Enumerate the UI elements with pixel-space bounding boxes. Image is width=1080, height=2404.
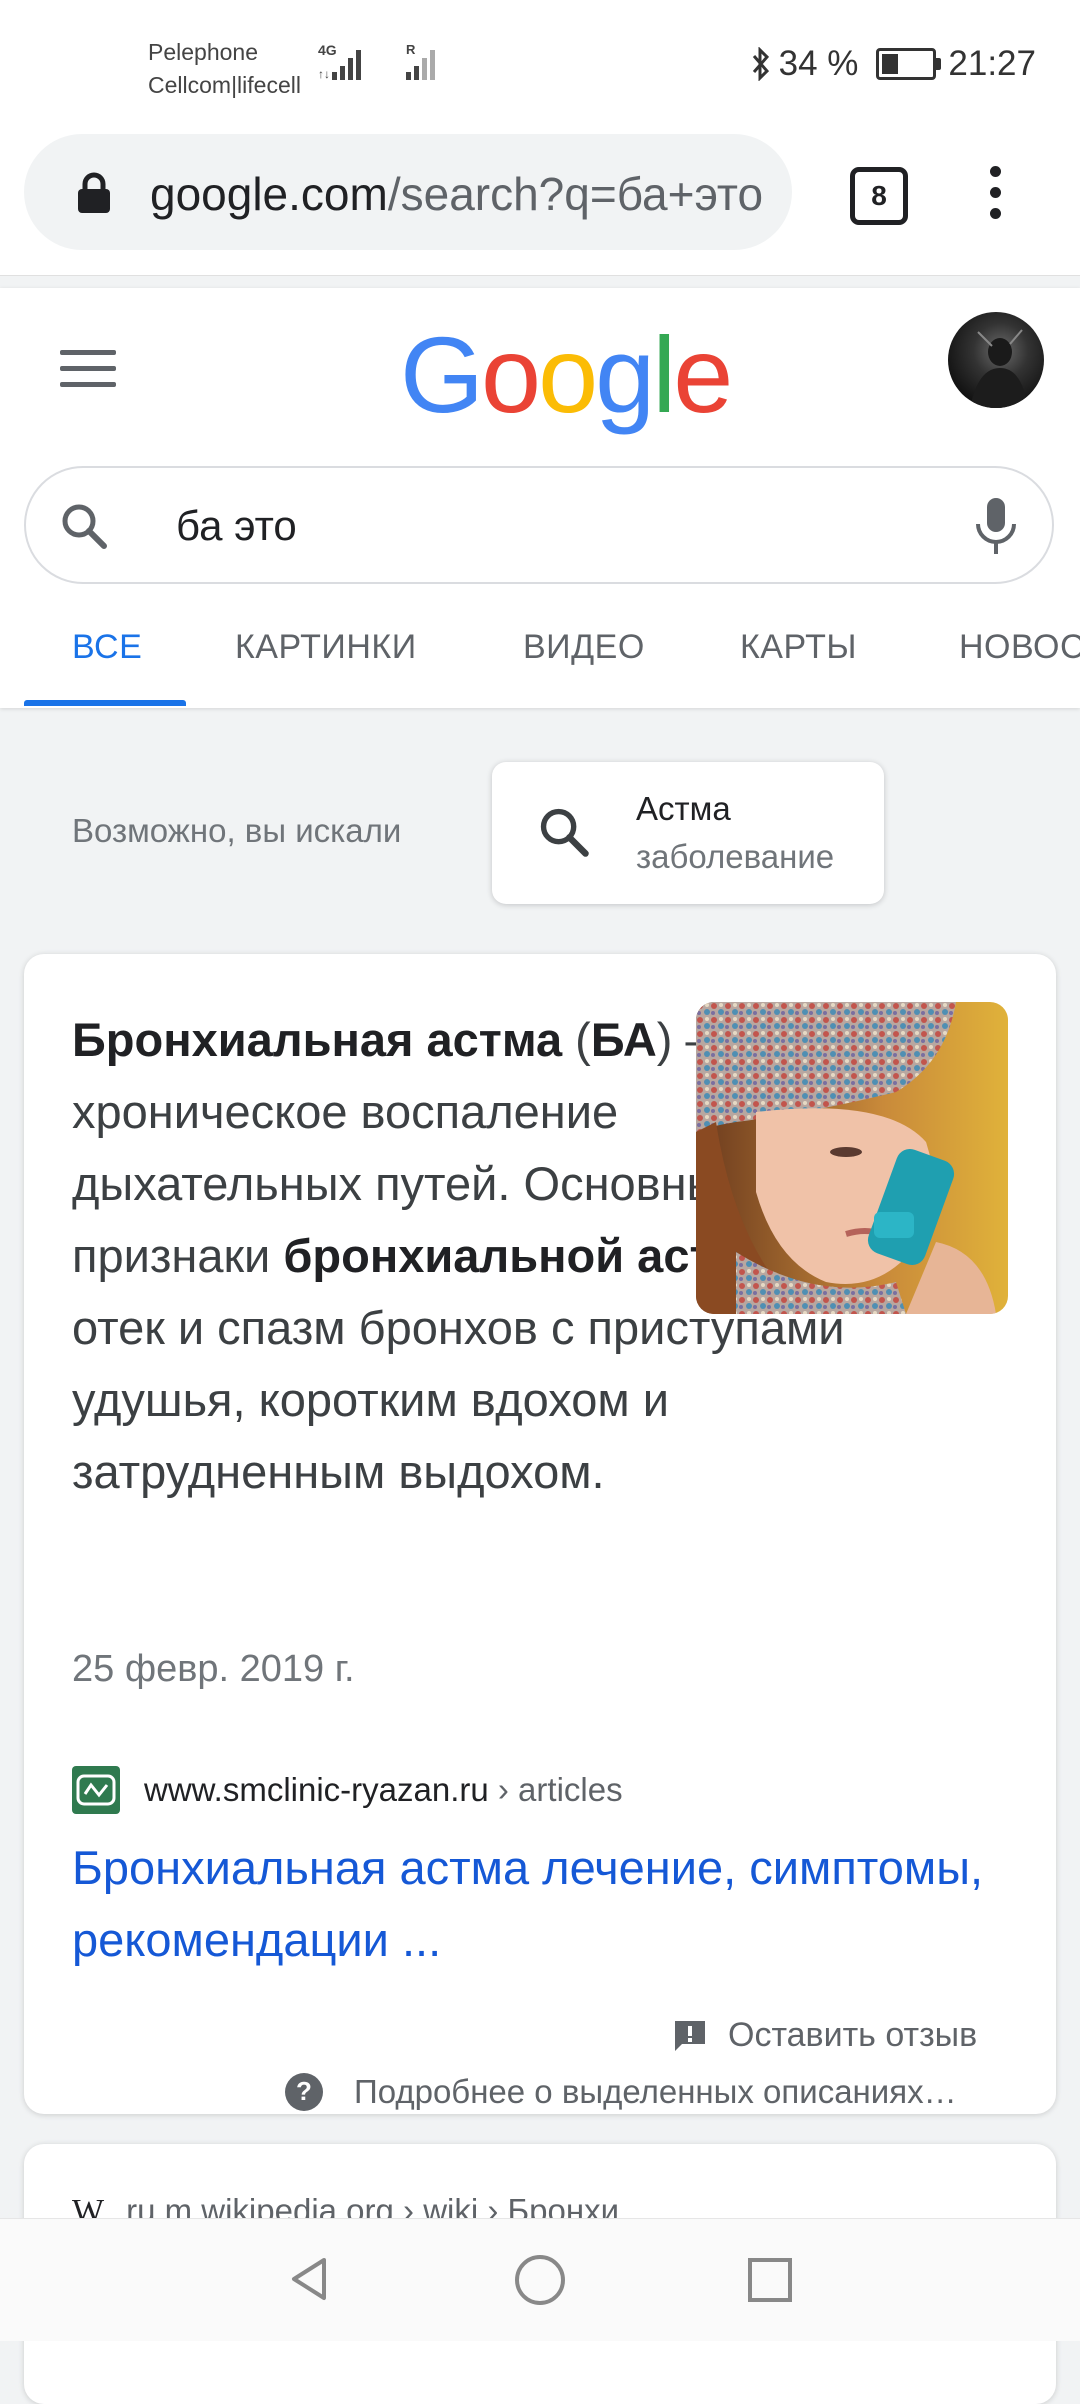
snippet-bold: БА: [590, 1013, 657, 1066]
carrier-names: Pelephone Cellcom|lifecell: [148, 36, 301, 102]
feedback-link[interactable]: Оставить отзыв: [672, 2016, 977, 2055]
avatar[interactable]: [948, 312, 1044, 408]
svg-text:?: ?: [296, 2076, 312, 2106]
nav-recents-icon[interactable]: [746, 2256, 794, 2304]
lock-icon[interactable]: [76, 172, 112, 214]
result-domain: www.smclinic-ryazan.ru: [144, 1771, 489, 1808]
carrier-1: Pelephone: [148, 39, 258, 65]
nav-home-icon[interactable]: [514, 2254, 566, 2306]
battery-fill: [882, 54, 899, 74]
search-icon[interactable]: [58, 500, 110, 552]
logo-letter: l: [652, 314, 676, 435]
tab-switcher-button[interactable]: 8: [850, 167, 908, 225]
svg-text:↑↓: ↑↓: [318, 67, 330, 81]
logo-letter: o: [481, 314, 541, 435]
help-icon: ?: [285, 2073, 323, 2111]
menu-icon[interactable]: [60, 350, 116, 398]
logo-letter: o: [538, 314, 598, 435]
did-you-mean-label: Возможно, вы искали: [72, 812, 402, 849]
url-text[interactable]: google.com/search?q=ба+это: [150, 160, 765, 228]
result-url[interactable]: www.smclinic-ryazan.ru › articles: [144, 1766, 623, 1814]
search-input[interactable]: ба это: [176, 496, 297, 556]
snippet-part: (: [562, 1013, 591, 1066]
site-favicon-icon: [72, 1766, 120, 1814]
logo-letter: e: [673, 314, 733, 435]
learn-more-label: Подробнее о выделенных описаниях…: [354, 2073, 957, 2110]
more-vert-icon[interactable]: [990, 166, 1002, 229]
url-path: /search?q=ба+это: [387, 168, 764, 220]
learn-more-link[interactable]: ? Подробнее о выделенных описаниях…: [284, 2072, 957, 2112]
bluetooth-icon: [752, 47, 769, 81]
url-domain: google.com: [150, 168, 388, 220]
battery-icon: [876, 48, 942, 80]
result-path: › articles: [488, 1771, 623, 1808]
clock: 21:27: [948, 44, 1036, 83]
suggestion-title: Астма: [636, 790, 731, 827]
battery-percent: 34 %: [778, 44, 859, 83]
active-tab-indicator: [24, 700, 186, 706]
snippet-image[interactable]: [696, 1002, 1008, 1314]
status-right: 34 % 21:27: [749, 44, 1036, 84]
search-icon: [540, 808, 589, 857]
logo-letter: G: [400, 314, 484, 435]
tab-maps[interactable]: КАРТЫ: [740, 628, 857, 667]
mic-icon[interactable]: [972, 496, 1020, 556]
search-tabs: ВСЕ КАРТИНКИ ВИДЕО КАРТЫ НОВОСТИ: [24, 620, 1080, 708]
snippet-date: 25 февр. 2019 г.: [72, 1648, 355, 1690]
feedback-label: Оставить отзыв: [728, 2016, 978, 2054]
google-logo[interactable]: Google: [400, 310, 733, 440]
suggestion-subtitle: заболевание: [636, 838, 835, 875]
tab-videos[interactable]: ВИДЕО: [523, 628, 645, 667]
nav-back-icon[interactable]: [284, 2254, 334, 2304]
carrier-2: Cellcom|lifecell: [148, 72, 301, 98]
result-title-link[interactable]: Бронхиальная астма лечение, симптомы, ре…: [72, 1832, 1012, 1976]
tab-images[interactable]: КАРТИНКИ: [235, 628, 417, 667]
tab-all[interactable]: ВСЕ: [72, 628, 142, 667]
logo-letter: g: [595, 314, 655, 435]
tab-news[interactable]: НОВОСТИ: [959, 628, 1080, 667]
feedback-icon: [675, 2020, 705, 2051]
snippet-bold: Бронхиальная астма: [72, 1013, 563, 1066]
